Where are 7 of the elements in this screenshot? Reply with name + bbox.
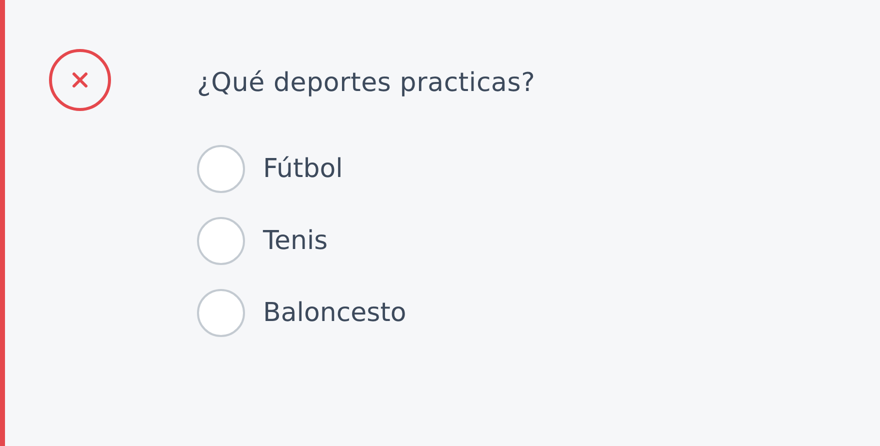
option-label[interactable]: Tenis	[263, 223, 328, 259]
question-text: ¿Qué deportes practicas?	[197, 67, 536, 100]
radio-button[interactable]	[197, 217, 245, 265]
radio-button[interactable]	[197, 145, 245, 193]
option-label[interactable]: Baloncesto	[263, 295, 406, 331]
radio-button[interactable]	[197, 289, 245, 337]
option-label[interactable]: Fútbol	[263, 151, 343, 187]
